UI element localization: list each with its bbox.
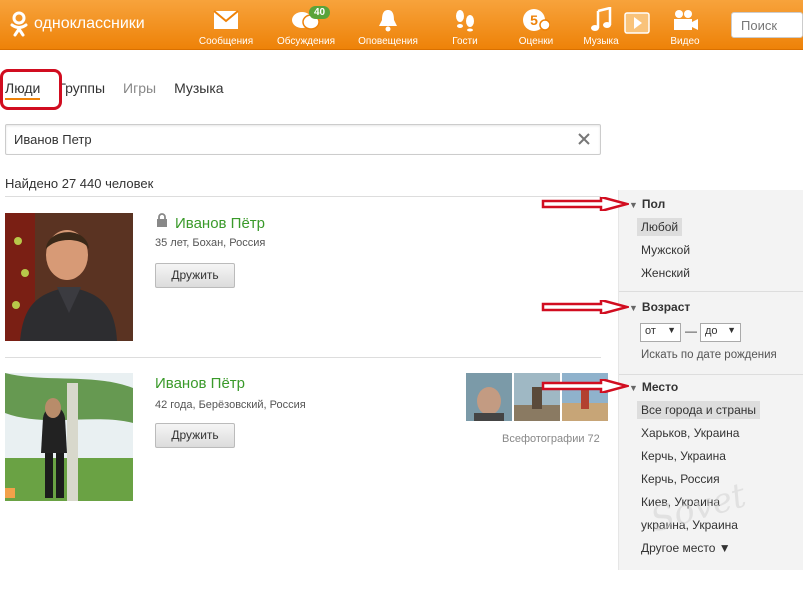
envelope-icon (213, 10, 239, 29)
results-count: Найдено 27 440 человек (5, 176, 154, 191)
filter-title-place[interactable]: ▼ Место (629, 380, 678, 394)
divider (619, 374, 803, 375)
dropdown-arrow-icon: ▼ (667, 325, 676, 335)
person-info: 42 года, Берёзовский, Россия (155, 399, 306, 411)
top-bar: одноклассники Сообщения 40 Обсуждения Оп… (0, 0, 803, 50)
divider (619, 291, 803, 292)
svg-text:5: 5 (530, 12, 538, 28)
top-search-input[interactable]: Поиск (731, 12, 803, 38)
nav-label: Оповещения (358, 36, 418, 47)
nav-messages[interactable]: Сообщения (191, 6, 261, 47)
annotation-arrow (541, 379, 629, 393)
collapse-triangle-icon: ▼ (629, 303, 638, 313)
nav-discussions[interactable]: 40 Обсуждения (271, 6, 341, 47)
annotation-arrow (541, 300, 629, 314)
filter-title-gender[interactable]: ▼ Пол (629, 197, 665, 211)
person-result: Иванов Пётр 35 лет, Бохан, Россия Дружит… (5, 213, 601, 343)
filter-title-age[interactable]: ▼ Возраст (629, 300, 690, 314)
nav-label: Музыка (583, 36, 619, 47)
rating-icon: 5 (523, 9, 550, 31)
nav-ratings[interactable]: 5 Оценки (501, 6, 571, 47)
place-option[interactable]: Керчь, Украина (637, 447, 730, 465)
tab-groups[interactable]: Группы (58, 80, 105, 100)
gender-option-female[interactable]: Женский (637, 264, 694, 282)
discussions-badge: 40 (309, 6, 331, 19)
logo-text: одноклассники (34, 15, 145, 32)
nav-label: Видео (670, 36, 700, 47)
tab-music[interactable]: Музыка (174, 80, 224, 100)
age-to-select[interactable]: до ▼ (700, 323, 741, 342)
place-option[interactable]: Все города и страны (637, 401, 761, 419)
person-info: 35 лет, Бохан, Россия (155, 237, 266, 249)
nav-label: Сообщения (198, 36, 254, 47)
divider (5, 196, 601, 197)
annotation-arrow (541, 197, 629, 211)
nav-label: Оценки (518, 36, 554, 47)
photo-thumbnail[interactable] (466, 373, 512, 421)
gender-option-any[interactable]: Любой (637, 218, 683, 236)
age-range-dash: — (685, 324, 697, 338)
bell-icon (379, 10, 397, 32)
tab-games[interactable]: Игры (123, 80, 156, 100)
person-name-link[interactable]: Иванов Пётр (155, 375, 245, 392)
nav-guests[interactable]: Гости (430, 6, 500, 47)
annotation-circle (0, 69, 62, 110)
add-friend-button[interactable]: Дружить (155, 263, 235, 288)
lock-icon (157, 213, 167, 227)
query-value: Иванов Петр (14, 132, 92, 147)
footprints-icon (456, 10, 474, 32)
other-place-link[interactable]: Другое место ▼ (637, 539, 735, 557)
person-photo[interactable] (5, 373, 133, 501)
person-result: Иванов Пётр 42 года, Берёзовский, Россия… (5, 373, 608, 503)
birthday-search-link[interactable]: Искать по дате рождения (637, 347, 781, 363)
nav-label: Гости (452, 36, 478, 47)
person-photo[interactable] (5, 213, 133, 341)
person-name-link[interactable]: Иванов Пётр (175, 215, 265, 232)
ok-logo-icon (10, 11, 28, 37)
nav-video[interactable]: Видео (650, 6, 720, 47)
divider (5, 357, 601, 358)
collapse-triangle-icon: ▼ (629, 200, 638, 210)
place-option[interactable]: Харьков, Украина (637, 424, 743, 442)
video-camera-icon (674, 10, 698, 30)
play-icon[interactable] (624, 12, 650, 34)
dropdown-arrow-icon: ▼ (727, 325, 736, 335)
collapse-triangle-icon: ▼ (629, 383, 638, 393)
age-from-select[interactable]: от ▼ (640, 323, 681, 342)
gender-option-male[interactable]: Мужской (637, 241, 694, 259)
people-search-input[interactable]: Иванов Петр (5, 124, 601, 155)
site-logo[interactable]: одноклассники (8, 11, 145, 37)
music-note-icon (591, 7, 612, 31)
all-photos-link[interactable]: Всефотографии 72 (502, 433, 600, 445)
nav-notifications[interactable]: Оповещения (353, 6, 423, 47)
add-friend-button[interactable]: Дружить (155, 423, 235, 448)
nav-label: Обсуждения (276, 36, 336, 47)
clear-icon[interactable] (576, 131, 592, 147)
